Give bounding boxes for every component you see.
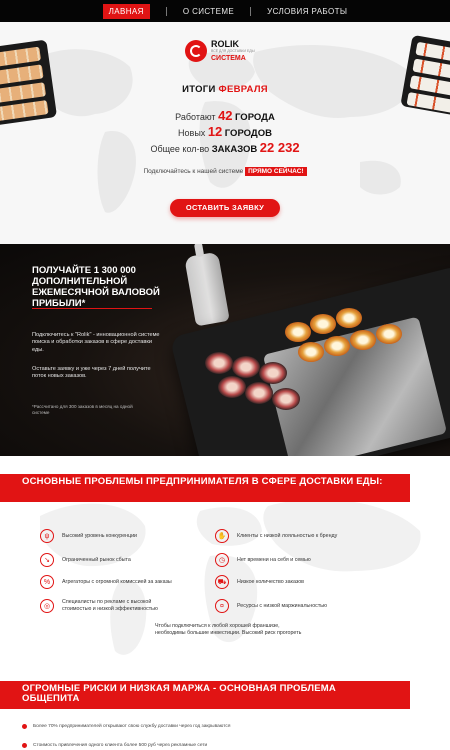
sauce-bottle-image — [184, 251, 230, 327]
landing-page: ЛАВНАЯ О СИСТЕМЕ УСЛОВИЯ РАБОТЫ ROLIK ВС… — [0, 0, 450, 750]
chart-down-icon: ↘ — [40, 553, 54, 567]
problem-item: ↘ Ограниченный рынок сбыта — [40, 553, 182, 567]
clock-icon: ◷ — [215, 553, 229, 567]
coins-icon: ¤ — [215, 599, 229, 613]
nav-divider — [165, 6, 167, 16]
hero-section: ROLIK ВСЁ ДЛЯ ДОСТАВКИ ЕДЫ СИСТЕМА ИТОГИ… — [0, 22, 450, 244]
cart-icon: ⛟ — [215, 575, 229, 589]
stat-cities: Работают 42 ГОРОДА — [175, 108, 275, 123]
leave-request-button[interactable]: ОСТАВИТЬ ЗАЯВКУ — [170, 199, 280, 217]
problem-item: ✋ Клиенты с низкой лояльностью к бренду — [215, 529, 357, 543]
nav-item-about[interactable]: О СИСТЕМЕ — [183, 4, 234, 19]
promo-title: ПОЛУЧАЙТЕ 1 300 000 ДОПОЛНИТЕЛЬНОЙ ЕЖЕМЕ… — [32, 265, 160, 309]
list-item: Стоимость привлечения одного клиента бол… — [22, 743, 207, 748]
problem-item: ¤ Ресурсы с низкой маржинальностью — [215, 599, 357, 613]
megaphone-icon: ◎ — [40, 599, 54, 613]
top-nav: ЛАВНАЯ О СИСТЕМЕ УСЛОВИЯ РАБОТЫ — [0, 0, 450, 22]
bullet-icon — [22, 743, 27, 748]
stat-new-cities: Новых 12 ГОРОДОВ — [178, 124, 272, 139]
percent-icon: % — [40, 575, 54, 589]
nav-item-terms[interactable]: УСЛОВИЯ РАБОТЫ — [267, 4, 347, 19]
handshake-icon: ✋ — [215, 529, 229, 543]
logo-icon — [185, 40, 207, 62]
problems-section: ОСНОВНЫЕ ПРОБЛЕМЫ ПРЕДПРИНИМАТЕЛЯ В СФЕР… — [0, 456, 450, 706]
nav-item-home[interactable]: ЛАВНАЯ — [102, 3, 150, 19]
bullet-icon — [22, 724, 27, 729]
problem-item: % Агрегаторы с огромной комиссией за зак… — [40, 575, 182, 589]
problem-item: ◷ Нет времени на себя и семью — [215, 553, 357, 567]
nav-divider — [250, 6, 252, 16]
brand-name: ROLIK — [211, 39, 239, 50]
brand-logo[interactable]: ROLIK ВСЁ ДЛЯ ДОСТАВКИ ЕДЫ СИСТЕМА — [185, 40, 255, 62]
promo-paragraph-1: Подключитесь к "Rolik" - инновационной с… — [32, 332, 160, 353]
problem-item: ⛟ Низкое количество заказов — [215, 575, 357, 589]
problems-title: ОСНОВНЫЕ ПРОБЛЕМЫ ПРЕДПРИНИМАТЕЛЯ В СФЕР… — [0, 474, 410, 502]
promo-paragraph-2: Оставьте заявку и уже через 7 дней получ… — [32, 366, 151, 380]
join-text: Подключайтесь к нашей системе ПРЯМО СЕЙЧ… — [0, 167, 450, 176]
promo-section: ПОЛУЧАЙТЕ 1 300 000 ДОПОЛНИТЕЛЬНОЙ ЕЖЕМЕ… — [0, 244, 450, 456]
problem-item: ◎ Специалисты по рекламе с высокой стоим… — [40, 599, 182, 613]
promo-divider — [32, 308, 152, 309]
risks-title: ОГРОМНЫЕ РИСКИ И НИЗКАЯ МАРЖА - ОСНОВНАЯ… — [0, 681, 410, 709]
results-title: ИТОГИ ФЕВРАЛЯ — [182, 84, 268, 95]
problem-item: ψ Высокий уровень конкуренции — [40, 529, 182, 543]
franchise-note: Чтобы подключиться к любой хорошей франш… — [155, 623, 302, 636]
list-item: Более 70% предпринимателей открывают сво… — [22, 724, 230, 729]
stat-orders: Общее кол-во ЗАКАЗОВ 22 232 — [150, 140, 300, 155]
promo-footnote: *Рассчитано для 300 заказов в месяц на о… — [32, 404, 133, 415]
brand-tagline: ВСЁ ДЛЯ ДОСТАВКИ ЕДЫ — [211, 49, 255, 54]
fork-knife-icon: ψ — [40, 529, 54, 543]
brand-system: СИСТЕМА — [211, 54, 246, 62]
